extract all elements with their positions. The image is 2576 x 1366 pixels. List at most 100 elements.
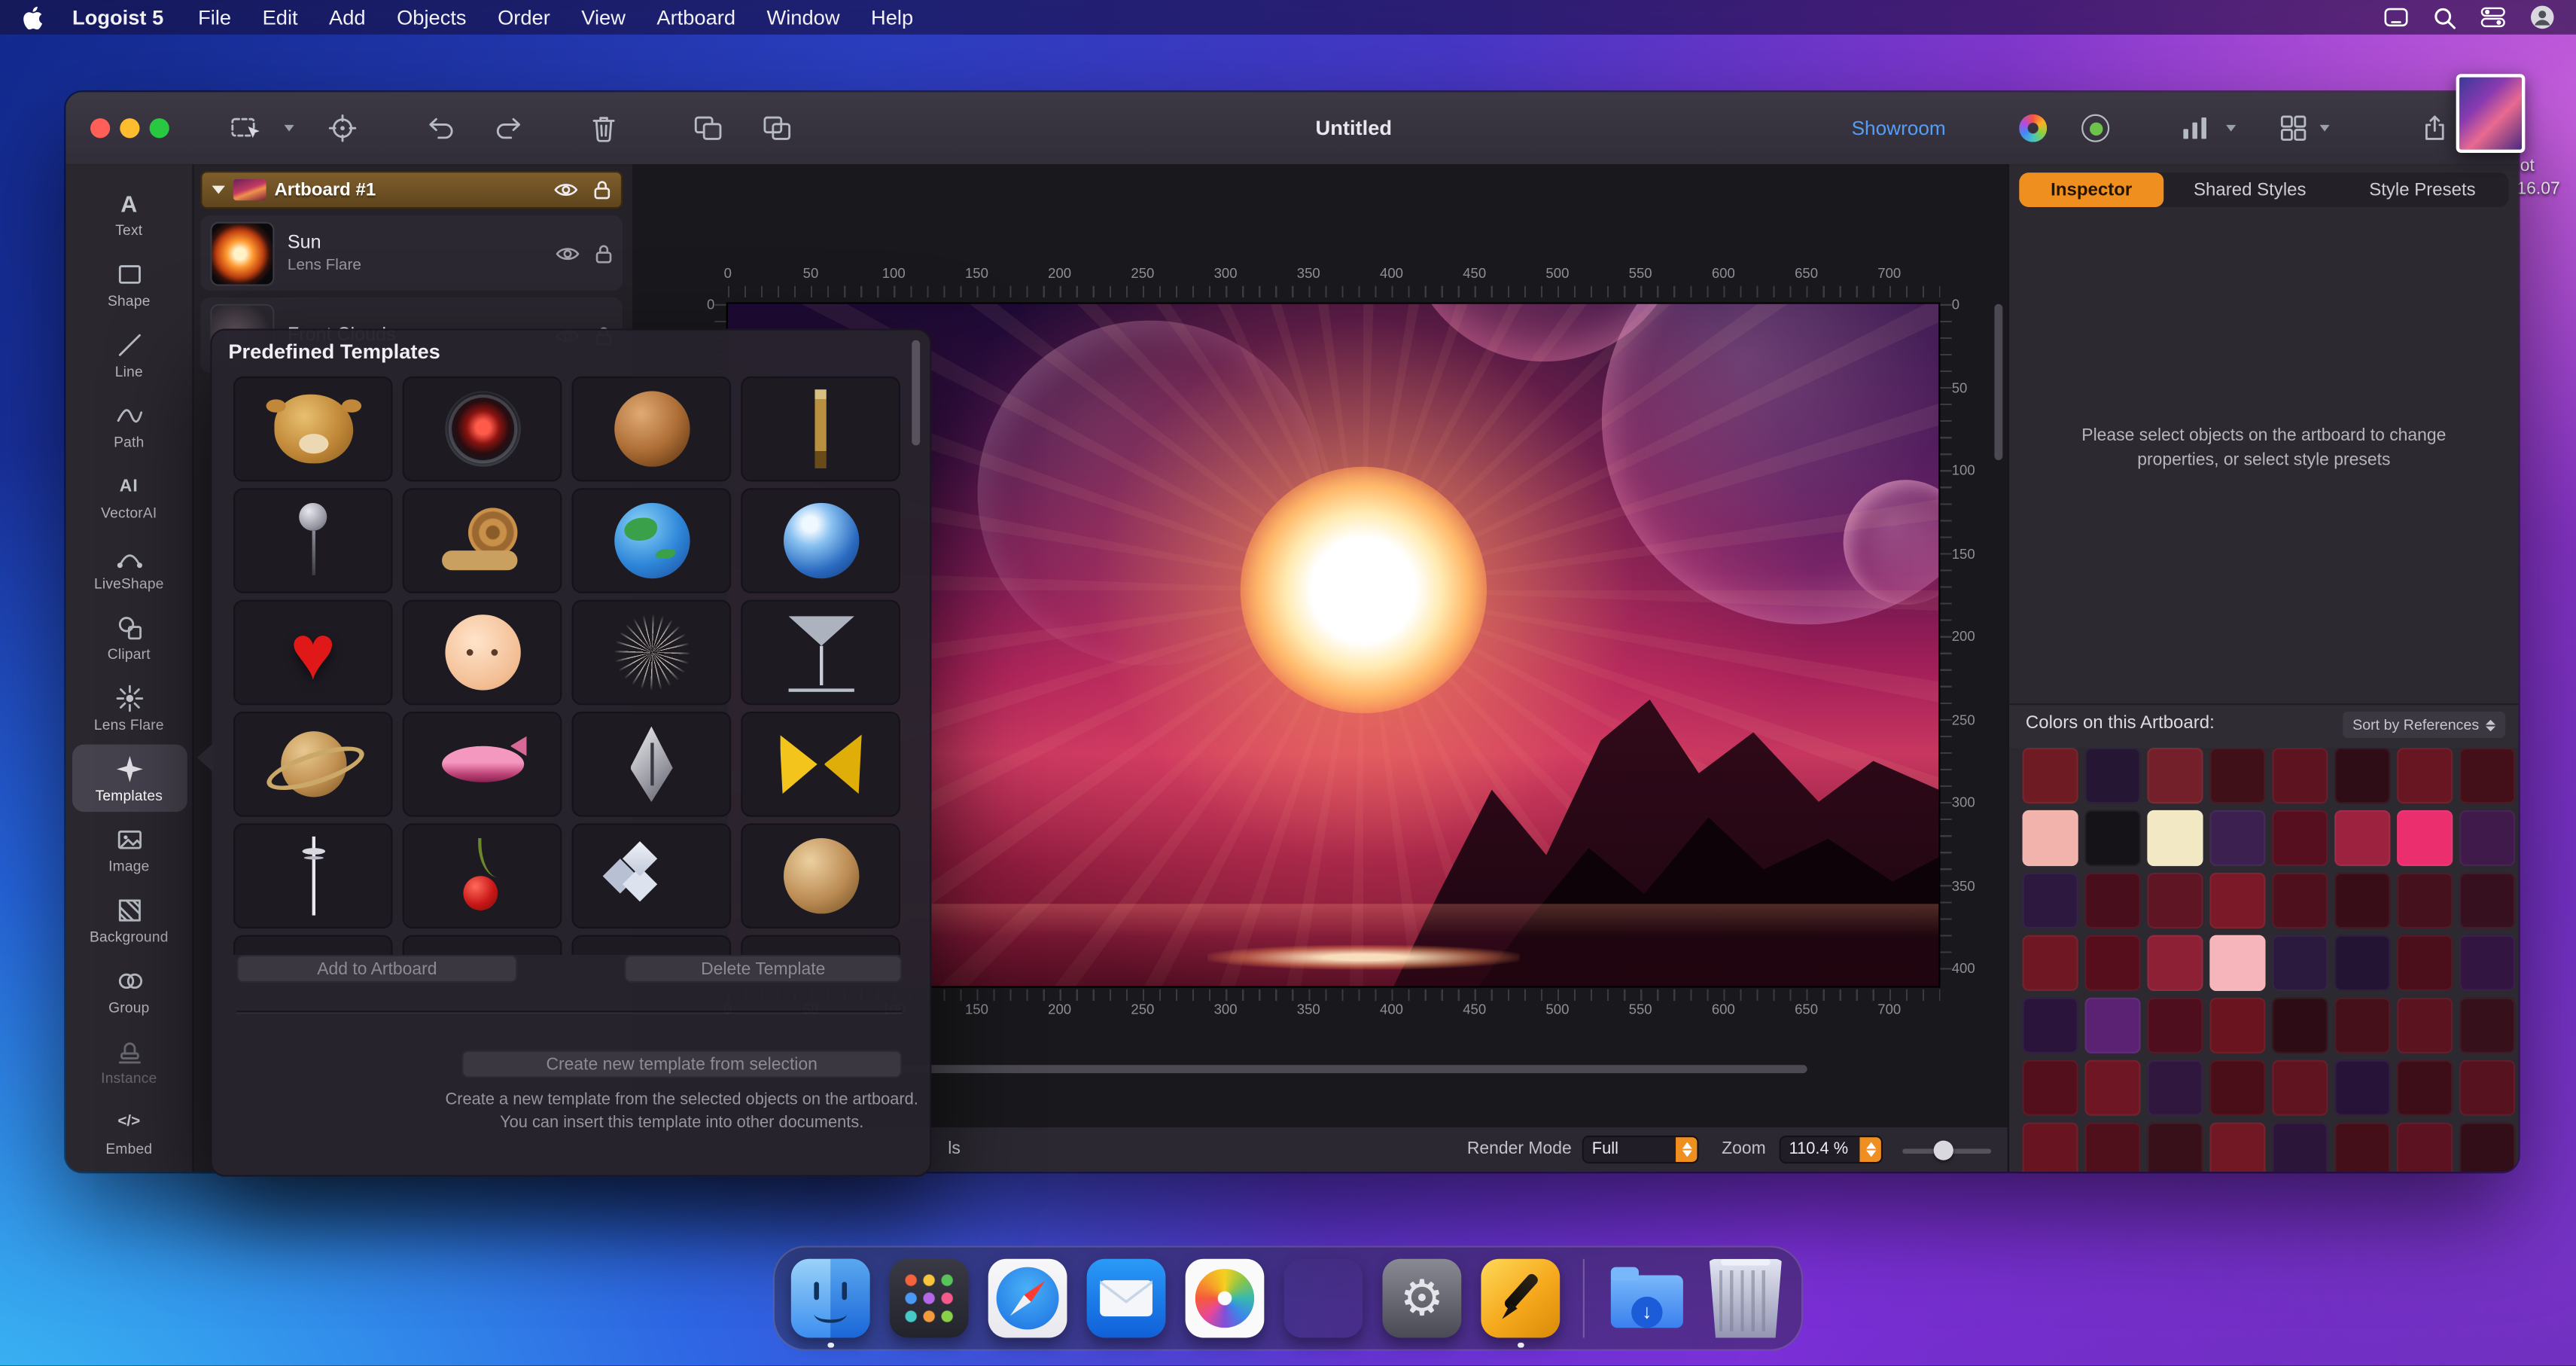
artboard-layer-row[interactable]: Artboard #1 (200, 171, 623, 209)
app-menu-title[interactable]: Logoist 5 (72, 6, 163, 29)
control-center-icon[interactable] (2480, 7, 2505, 28)
color-swatch[interactable] (2147, 1123, 2203, 1172)
dock-launchpad-icon[interactable] (890, 1259, 969, 1338)
color-swatch[interactable] (2084, 935, 2140, 991)
tool-lens-flare[interactable]: Lens Flare (72, 674, 187, 741)
menu-item-view[interactable]: View (581, 6, 626, 29)
template-item-heart[interactable] (233, 600, 393, 706)
color-swatch[interactable] (2397, 1060, 2453, 1116)
color-swatch[interactable] (2397, 873, 2453, 928)
color-swatch[interactable] (2272, 1123, 2328, 1172)
tool-liveshape[interactable]: LiveShape (72, 532, 187, 599)
tool-background[interactable]: Background (72, 886, 187, 953)
zoom-slider[interactable] (1902, 1141, 1991, 1160)
sort-by-references-dropdown[interactable]: Sort by References (2343, 712, 2505, 738)
zoom-slider-thumb[interactable] (1934, 1141, 1953, 1160)
tool-group[interactable]: Group (72, 956, 187, 1023)
render-mode-select[interactable]: Full (1582, 1136, 1699, 1163)
dock-downloads-icon[interactable] (1607, 1259, 1686, 1338)
tool-clipart[interactable]: Clipart (72, 603, 187, 670)
color-swatch[interactable] (2397, 810, 2453, 866)
duplicate-front-icon[interactable] (693, 115, 723, 142)
color-swatch[interactable] (2272, 810, 2328, 866)
template-item-martini[interactable] (741, 600, 900, 706)
color-swatch[interactable] (2334, 1060, 2390, 1116)
template-item-hidden[interactable] (571, 935, 731, 955)
dock-settings-icon[interactable] (1382, 1259, 1461, 1338)
delete-template-button[interactable]: Delete Template (624, 955, 902, 983)
color-swatch[interactable] (2397, 935, 2453, 991)
color-swatch[interactable] (2023, 1060, 2078, 1116)
color-swatch[interactable] (2084, 748, 2140, 803)
color-swatch[interactable] (2023, 998, 2078, 1053)
dock-finder-icon[interactable] (791, 1259, 870, 1338)
chart-icon[interactable] (2182, 116, 2208, 141)
tab-style-presets[interactable]: Style Presets (2336, 172, 2508, 207)
template-item-camera-lens[interactable] (403, 377, 562, 482)
template-item-saturn[interactable] (233, 712, 393, 817)
select-tool-icon[interactable] (230, 115, 265, 142)
color-swatch[interactable] (2459, 935, 2515, 991)
vertical-scrollbar[interactable] (1994, 304, 2002, 460)
color-swatch[interactable] (2209, 935, 2265, 991)
color-swatch[interactable] (2459, 810, 2515, 866)
popup-scrollbar[interactable] (912, 340, 920, 446)
color-swatch[interactable] (2147, 998, 2203, 1053)
color-swatch[interactable] (2272, 935, 2328, 991)
color-swatch[interactable] (2459, 1060, 2515, 1116)
window-titlebar[interactable]: Untitled Showroom (65, 92, 2518, 166)
tab-inspector[interactable]: Inspector (2019, 172, 2163, 207)
template-item-cow[interactable] (233, 377, 393, 482)
color-swatch[interactable] (2147, 810, 2203, 866)
menu-item-objects[interactable]: Objects (397, 6, 467, 29)
template-item-hidden[interactable] (233, 935, 393, 955)
template-item-planet-venus[interactable] (741, 823, 900, 928)
tab-shared-styles[interactable]: Shared Styles (2163, 172, 2336, 207)
color-swatch[interactable] (2209, 1123, 2265, 1172)
dock-logoist-icon[interactable] (1481, 1259, 1560, 1338)
dock-photos-icon[interactable] (1186, 1259, 1265, 1338)
stepper-arrows-icon[interactable] (1676, 1137, 1697, 1162)
color-swatch[interactable] (2397, 1123, 2453, 1172)
template-item-glass-sphere[interactable] (741, 488, 900, 593)
target-tool-icon[interactable] (328, 114, 356, 142)
dock-app-store-icon[interactable] (1284, 1259, 1363, 1338)
color-swatch[interactable] (2272, 873, 2328, 928)
template-item-earth[interactable] (571, 488, 731, 593)
color-swatch[interactable] (2147, 748, 2203, 803)
color-swatch[interactable] (2334, 998, 2390, 1053)
color-swatch[interactable] (2023, 810, 2078, 866)
user-menu-icon[interactable] (2530, 5, 2555, 30)
color-swatch[interactable] (2147, 1060, 2203, 1116)
tool-shape[interactable]: Shape (72, 250, 187, 317)
color-swatch[interactable] (2209, 748, 2265, 803)
template-item-tower[interactable] (233, 823, 393, 928)
create-template-button[interactable]: Create new template from selection (461, 1050, 902, 1078)
color-swatch[interactable] (2334, 935, 2390, 991)
close-window-button[interactable] (90, 118, 110, 138)
redo-button[interactable] (493, 115, 522, 142)
tool-instance[interactable]: Instance (72, 1027, 187, 1094)
color-swatch[interactable] (2459, 748, 2515, 803)
color-swatch[interactable] (2397, 748, 2453, 803)
tool-path[interactable]: Path (72, 391, 187, 458)
screenshot-thumbnail[interactable] (2456, 74, 2526, 153)
color-swatch[interactable] (2272, 748, 2328, 803)
search-icon[interactable] (2433, 6, 2456, 29)
tool-embed[interactable]: </>Embed (72, 1098, 187, 1165)
stepper-arrows-icon[interactable] (1859, 1137, 1880, 1162)
menu-item-order[interactable]: Order (498, 6, 550, 29)
color-swatch[interactable] (2334, 810, 2390, 866)
template-item-firework[interactable] (571, 600, 731, 706)
showroom-link[interactable]: Showroom (1852, 117, 1946, 140)
color-swatch[interactable] (2209, 998, 2265, 1053)
color-swatch[interactable] (2459, 873, 2515, 928)
color-swatch[interactable] (2023, 748, 2078, 803)
zoom-window-button[interactable] (150, 118, 169, 138)
template-item-pencil[interactable] (741, 377, 900, 482)
color-swatch[interactable] (2147, 873, 2203, 928)
color-swatch[interactable] (2084, 1123, 2140, 1172)
menu-item-help[interactable]: Help (871, 6, 913, 29)
color-swatch[interactable] (2272, 1060, 2328, 1116)
lock-icon[interactable] (595, 242, 613, 264)
